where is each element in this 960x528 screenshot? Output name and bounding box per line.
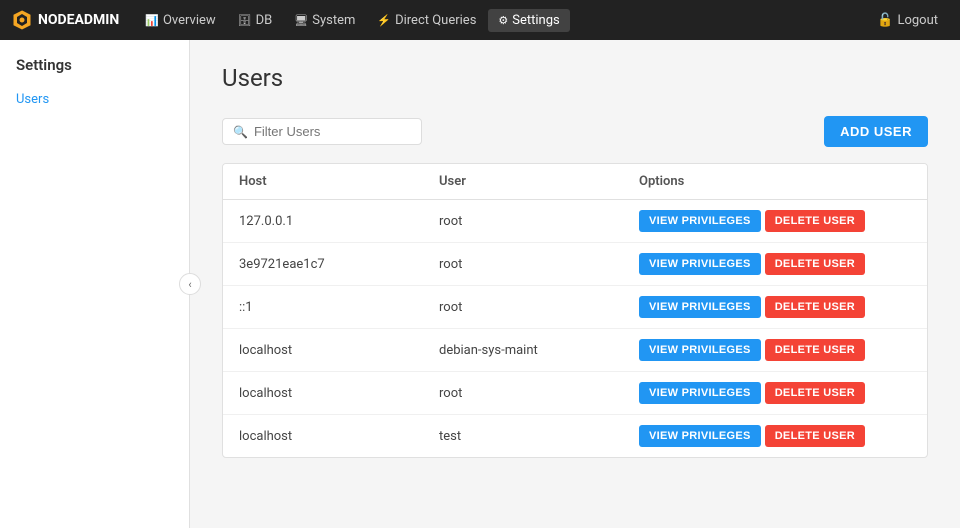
nav-item-settings[interactable]: ⚙ Settings (488, 9, 569, 32)
overview-icon: 📊 (145, 14, 159, 27)
logout-button[interactable]: 🔓 Logout (867, 9, 948, 32)
cell-options: VIEW PRIVILEGESDELETE USER (623, 372, 927, 415)
nav-item-direct-queries-label: Direct Queries (395, 13, 476, 28)
view-privileges-button[interactable]: VIEW PRIVILEGES (639, 339, 761, 361)
col-header-options: Options (623, 164, 927, 200)
view-privileges-button[interactable]: VIEW PRIVILEGES (639, 425, 761, 447)
nav-item-db[interactable]: 🗄 DB (228, 9, 283, 32)
cell-user: test (423, 415, 623, 458)
table-row: localhostrootVIEW PRIVILEGESDELETE USER (223, 372, 927, 415)
delete-user-button[interactable]: DELETE USER (765, 296, 865, 318)
cell-user: debian-sys-maint (423, 329, 623, 372)
nav-items: 📊 Overview 🗄 DB 🖥 System ⚡ Direct Querie… (135, 9, 570, 32)
delete-user-button[interactable]: DELETE USER (765, 382, 865, 404)
delete-user-button[interactable]: DELETE USER (765, 253, 865, 275)
col-header-host: Host (223, 164, 423, 200)
logout-icon: 🔓 (877, 13, 893, 28)
table-row: 3e9721eae1c7rootVIEW PRIVILEGESDELETE US… (223, 243, 927, 286)
view-privileges-button[interactable]: VIEW PRIVILEGES (639, 382, 761, 404)
cell-host: 127.0.0.1 (223, 200, 423, 243)
system-icon: 🖥 (294, 14, 308, 27)
table-header-row: Host User Options (223, 164, 927, 200)
cell-options: VIEW PRIVILEGESDELETE USER (623, 200, 927, 243)
cell-user: root (423, 200, 623, 243)
table-row: localhosttestVIEW PRIVILEGESDELETE USER (223, 415, 927, 458)
users-table-container: Host User Options 127.0.0.1rootVIEW PRIV… (222, 163, 928, 458)
nav-item-overview-label: Overview (163, 13, 216, 28)
sidebar-title: Settings (0, 56, 189, 86)
cell-options: VIEW PRIVILEGESDELETE USER (623, 329, 927, 372)
users-table: Host User Options 127.0.0.1rootVIEW PRIV… (223, 164, 927, 457)
main-content: Users 🔍 ADD USER Host User Options (190, 40, 960, 528)
cell-user: root (423, 286, 623, 329)
navbar-right: 🔓 Logout (867, 9, 948, 32)
toolbar: 🔍 ADD USER (222, 116, 928, 147)
view-privileges-button[interactable]: VIEW PRIVILEGES (639, 210, 761, 232)
search-input[interactable] (254, 124, 411, 139)
nav-item-settings-label: Settings (512, 13, 559, 28)
table-row: 127.0.0.1rootVIEW PRIVILEGESDELETE USER (223, 200, 927, 243)
lightning-icon: ⚡ (377, 14, 391, 27)
nav-item-db-label: DB (256, 13, 273, 28)
cell-host: localhost (223, 415, 423, 458)
cell-user: root (423, 372, 623, 415)
search-icon: 🔍 (233, 125, 248, 139)
view-privileges-button[interactable]: VIEW PRIVILEGES (639, 296, 761, 318)
add-user-button[interactable]: ADD USER (824, 116, 928, 147)
sidebar: Settings Users ‹ (0, 40, 190, 528)
search-box: 🔍 (222, 118, 422, 145)
cell-host: ::1 (223, 286, 423, 329)
table-header: Host User Options (223, 164, 927, 200)
cell-options: VIEW PRIVILEGESDELETE USER (623, 286, 927, 329)
cell-host: localhost (223, 372, 423, 415)
brand-logo[interactable]: NODEADMIN (12, 10, 119, 30)
db-icon: 🗄 (238, 14, 252, 27)
delete-user-button[interactable]: DELETE USER (765, 425, 865, 447)
gear-icon: ⚙ (498, 14, 508, 27)
nav-item-system-label: System (312, 13, 355, 28)
col-header-user: User (423, 164, 623, 200)
brand-label: NODEADMIN (38, 12, 119, 28)
table-row: localhostdebian-sys-maintVIEW PRIVILEGES… (223, 329, 927, 372)
brand-icon (12, 10, 32, 30)
delete-user-button[interactable]: DELETE USER (765, 210, 865, 232)
cell-options: VIEW PRIVILEGESDELETE USER (623, 243, 927, 286)
nav-item-direct-queries[interactable]: ⚡ Direct Queries (367, 9, 486, 32)
table-row: ::1rootVIEW PRIVILEGESDELETE USER (223, 286, 927, 329)
sidebar-collapse-button[interactable]: ‹ (179, 273, 201, 295)
sidebar-item-users-label: Users (16, 92, 49, 107)
cell-user: root (423, 243, 623, 286)
view-privileges-button[interactable]: VIEW PRIVILEGES (639, 253, 761, 275)
nav-item-overview[interactable]: 📊 Overview (135, 9, 225, 32)
nav-item-system[interactable]: 🖥 System (284, 9, 365, 32)
sidebar-item-users[interactable]: Users (0, 86, 189, 113)
cell-options: VIEW PRIVILEGESDELETE USER (623, 415, 927, 458)
delete-user-button[interactable]: DELETE USER (765, 339, 865, 361)
navbar: NODEADMIN 📊 Overview 🗄 DB 🖥 System ⚡ Dir… (0, 0, 960, 40)
navbar-left: NODEADMIN 📊 Overview 🗄 DB 🖥 System ⚡ Dir… (12, 9, 570, 32)
page-title: Users (222, 64, 928, 92)
cell-host: 3e9721eae1c7 (223, 243, 423, 286)
logout-label: Logout (897, 13, 938, 28)
cell-host: localhost (223, 329, 423, 372)
layout: Settings Users ‹ Users 🔍 ADD USER Host U… (0, 40, 960, 528)
table-body: 127.0.0.1rootVIEW PRIVILEGESDELETE USER3… (223, 200, 927, 458)
